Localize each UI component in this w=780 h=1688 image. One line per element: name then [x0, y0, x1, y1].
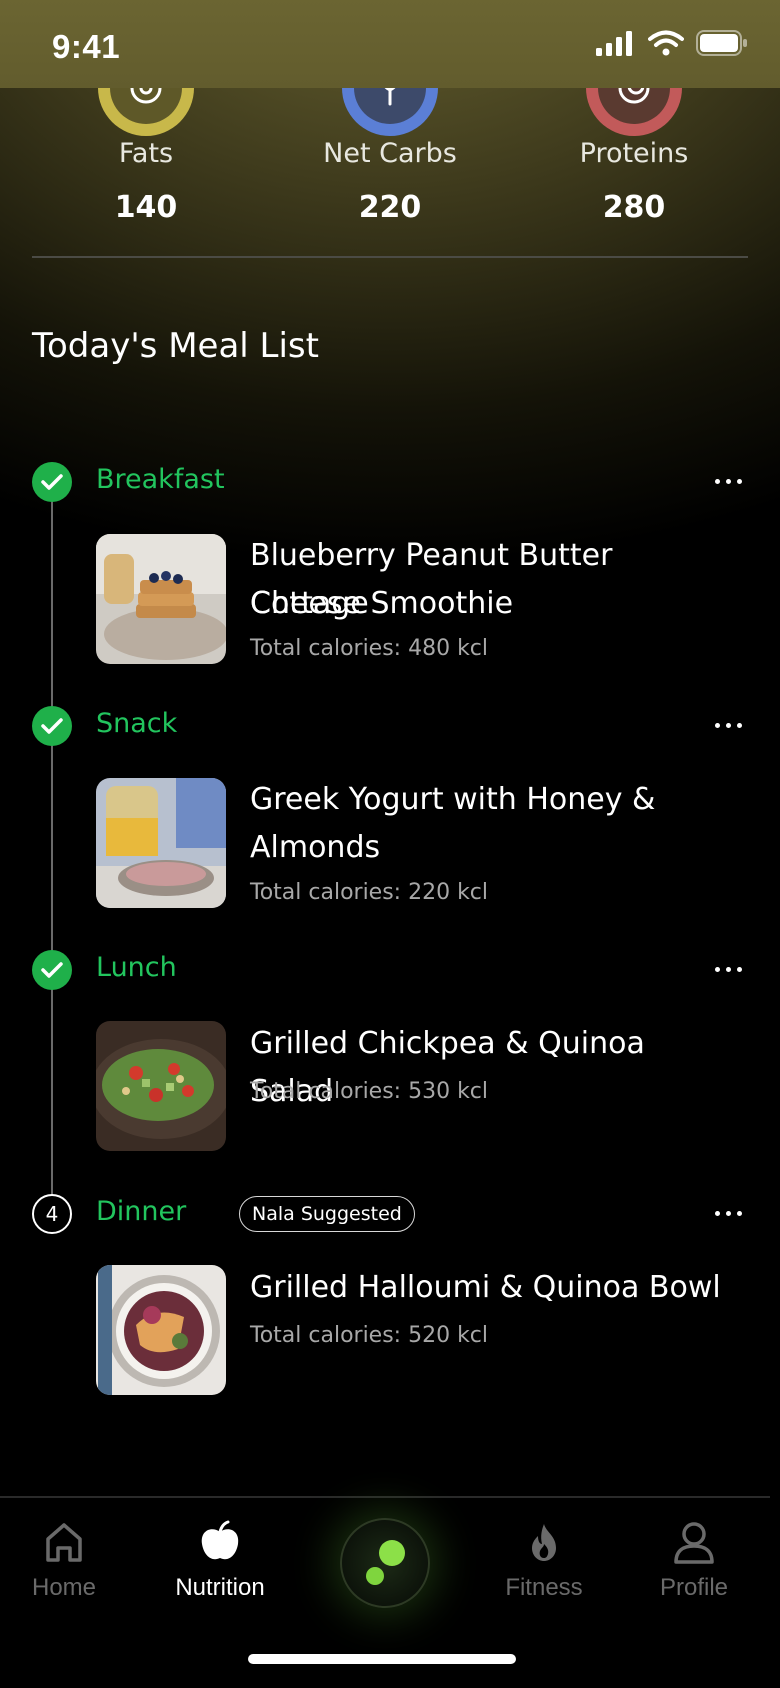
more-options-button[interactable] — [708, 1198, 748, 1228]
wifi-icon — [648, 30, 684, 56]
meal-name-line2: Almonds — [250, 830, 381, 865]
macro-fats-label: Fats — [118, 138, 174, 169]
macro-net-carbs-value: 220 — [358, 190, 422, 225]
meal-header-lunch: Lunch — [32, 950, 748, 992]
tab-profile[interactable]: Profile — [624, 1520, 764, 1620]
macro-proteins-value: 280 — [602, 190, 666, 225]
check-icon — [32, 950, 72, 990]
cellular-signal-icon — [596, 31, 632, 56]
apple-icon — [201, 1520, 239, 1560]
home-icon — [46, 1523, 82, 1562]
meal-calories: Total calories: 520 kcl — [250, 1323, 489, 1348]
flame-icon — [532, 1524, 556, 1561]
meal-name-line2: Cheese Smoothie — [250, 586, 514, 621]
meal-header-dinner: 4 Dinner Nala Suggested — [32, 1194, 748, 1236]
more-options-button[interactable] — [708, 954, 748, 984]
status-icons — [596, 30, 748, 56]
nala-suggested-badge: Nala Suggested — [239, 1196, 415, 1232]
meal-header-snack: Snack — [32, 706, 748, 748]
meal-image-snack[interactable] — [96, 778, 226, 908]
meal-type-label: Snack — [96, 708, 178, 739]
tab-profile-label: Profile — [659, 1574, 729, 1601]
section-divider — [32, 256, 748, 258]
status-time: 9:41 — [52, 28, 121, 65]
step-number-badge: 4 — [32, 1194, 72, 1234]
page-section-title: Today's Meal List — [32, 326, 319, 366]
meal-calories: Total calories: 480 kcl — [250, 636, 489, 661]
meal-image-lunch[interactable] — [96, 1021, 226, 1151]
battery-icon — [696, 30, 747, 56]
assistant-orb-icon — [366, 1540, 405, 1585]
more-options-button[interactable] — [708, 710, 748, 740]
nala-assistant-button[interactable] — [340, 1518, 430, 1608]
macro-net-carbs-label: Net Carbs — [323, 138, 457, 169]
meal-image-breakfast[interactable] — [96, 534, 226, 664]
meal-image-dinner[interactable] — [96, 1265, 226, 1395]
check-icon — [32, 462, 72, 502]
meal-name-line1: Greek Yogurt with Honey & — [250, 782, 656, 817]
more-options-button[interactable] — [708, 466, 748, 496]
meal-type-label: Breakfast — [96, 464, 225, 495]
meal-header-breakfast: Breakfast — [32, 462, 748, 504]
tab-nutrition[interactable]: Nutrition — [150, 1520, 290, 1620]
macro-proteins-label: Proteins — [579, 138, 689, 169]
home-indicator[interactable] — [248, 1654, 516, 1664]
tab-home-label: Home — [31, 1574, 97, 1601]
check-icon — [32, 706, 72, 746]
meal-calories: Total calories: 530 kcl — [250, 1079, 489, 1104]
status-bar: 9:41 — [0, 0, 780, 92]
meal-type-label: Lunch — [96, 952, 177, 983]
meal-calories: Total calories: 220 kcl — [250, 880, 489, 905]
macro-fats-value: 140 — [114, 190, 178, 225]
tab-fitness[interactable]: Fitness — [474, 1520, 614, 1620]
person-icon — [674, 1522, 714, 1564]
timeline-line — [51, 482, 53, 1214]
tab-home[interactable]: Home — [0, 1520, 134, 1620]
meal-name-line1: Grilled Halloumi & Quinoa Bowl — [250, 1270, 721, 1305]
tab-fitness-label: Fitness — [505, 1574, 583, 1601]
meal-type-label: Dinner — [96, 1196, 187, 1227]
tab-bar-divider — [0, 1496, 770, 1498]
tab-nutrition-label: Nutrition — [175, 1574, 265, 1601]
